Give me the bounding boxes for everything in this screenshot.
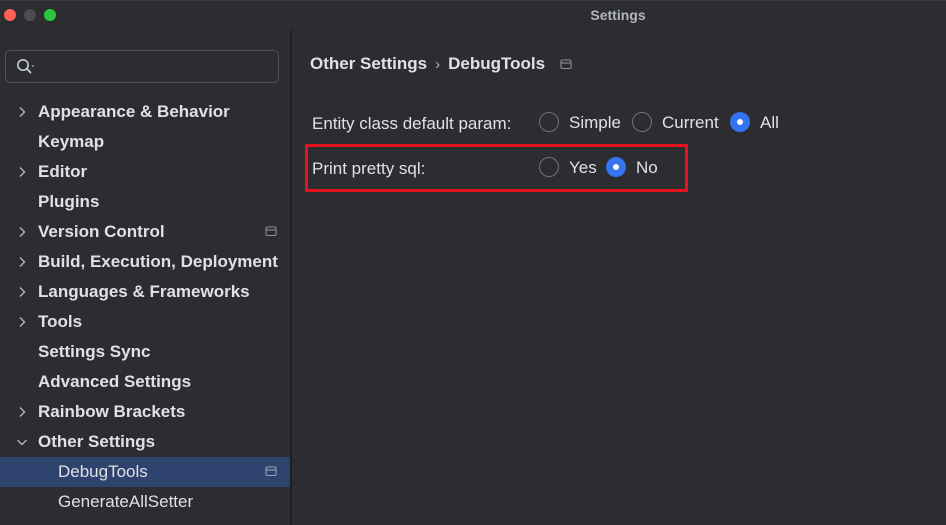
project-settings-icon xyxy=(265,226,277,237)
chevron-right-icon[interactable] xyxy=(16,316,28,328)
sidebar-item-editor[interactable]: Editor xyxy=(0,157,290,187)
sidebar-item-label: Tools xyxy=(38,312,83,331)
sidebar-item-rainbow-brackets[interactable]: Rainbow Brackets xyxy=(0,397,290,427)
entity-param-row: Entity class default param: Simple Curre… xyxy=(312,111,812,137)
settings-tree: Appearance & Behavior Keymap Editor Plug… xyxy=(0,97,290,517)
sidebar-item-label: Advanced Settings xyxy=(38,372,192,391)
sidebar-item-label: Appearance & Behavior xyxy=(38,102,230,121)
title-bar: Settings xyxy=(0,0,946,30)
breadcrumb-separator: › xyxy=(435,56,441,73)
sidebar-item-version-control[interactable]: Version Control xyxy=(0,217,290,247)
sidebar-item-label: Editor xyxy=(38,162,88,181)
search-input[interactable] xyxy=(42,56,276,80)
chevron-right-icon[interactable] xyxy=(16,106,28,118)
radio-label[interactable]: All xyxy=(760,113,779,133)
radio-circle-selected[interactable] xyxy=(730,112,750,132)
sidebar-item-label: Languages & Frameworks xyxy=(38,282,250,301)
sidebar-item-plugins[interactable]: Plugins xyxy=(0,187,290,217)
chevron-right-icon[interactable] xyxy=(16,286,28,298)
sidebar-item-debugtools[interactable]: DebugTools xyxy=(0,457,290,487)
sidebar-item-label: Plugins xyxy=(38,192,100,211)
sidebar-item-other-settings[interactable]: Other Settings xyxy=(0,427,290,457)
sidebar-item-label: Settings Sync xyxy=(38,342,151,361)
chevron-right-icon[interactable] xyxy=(16,406,28,418)
breadcrumb-parent[interactable]: Other Settings xyxy=(310,54,427,73)
sidebar-item-label: Rainbow Brackets xyxy=(38,402,186,421)
sidebar-item-label: Other Settings xyxy=(38,432,156,451)
sidebar-item-label: Version Control xyxy=(38,222,165,241)
settings-sidebar: Appearance & Behavior Keymap Editor Plug… xyxy=(0,30,290,525)
search-icon[interactable] xyxy=(16,58,36,76)
sidebar-item-settings-sync[interactable]: Settings Sync xyxy=(0,337,290,367)
sidebar-item-label: Build, Execution, Deployment xyxy=(38,252,278,271)
radio-label[interactable]: Current xyxy=(662,113,719,133)
top-border xyxy=(0,0,946,1)
sidebar-item-tools[interactable]: Tools xyxy=(0,307,290,337)
window-title: Settings xyxy=(590,7,646,23)
sidebar-item-label: DebugTools xyxy=(58,462,148,481)
radio-circle[interactable] xyxy=(539,157,559,177)
sidebar-item-languages-frameworks[interactable]: Languages & Frameworks xyxy=(0,277,290,307)
breadcrumb-current: DebugTools xyxy=(448,54,546,73)
project-settings-icon xyxy=(560,59,572,70)
chevron-right-icon[interactable] xyxy=(16,166,28,178)
entity-param-label: Entity class default param: xyxy=(312,114,512,133)
chevron-right-icon[interactable] xyxy=(16,256,28,268)
sidebar-item-build-execution-deployment[interactable]: Build, Execution, Deployment xyxy=(0,247,290,277)
sidebar-item-appearance-behavior[interactable]: Appearance & Behavior xyxy=(0,97,290,127)
radio-circle[interactable] xyxy=(539,112,559,132)
sidebar-item-generateallsetter[interactable]: GenerateAllSetter xyxy=(0,487,290,517)
chevron-right-icon[interactable] xyxy=(16,226,28,238)
settings-content: Other Settings › DebugTools Entity class d… xyxy=(292,30,946,525)
radio-label[interactable]: Simple xyxy=(569,113,621,133)
search-box[interactable] xyxy=(5,50,279,83)
breadcrumb: Other Settings › DebugTools xyxy=(310,54,572,74)
pretty-sql-label: Print pretty sql: xyxy=(312,159,426,178)
chevron-down-icon[interactable] xyxy=(16,436,28,448)
project-settings-icon xyxy=(265,466,277,477)
radio-circle-selected[interactable] xyxy=(606,157,626,177)
sidebar-item-keymap[interactable]: Keymap xyxy=(0,127,290,157)
radio-label[interactable]: Yes xyxy=(569,158,597,178)
pretty-sql-row: Print pretty sql: Yes No xyxy=(312,156,672,182)
sidebar-item-label: Keymap xyxy=(38,132,105,151)
sidebar-item-advanced-settings[interactable]: Advanced Settings xyxy=(0,367,290,397)
radio-label[interactable]: No xyxy=(636,158,658,178)
sidebar-item-label: GenerateAllSetter xyxy=(58,492,194,511)
radio-circle[interactable] xyxy=(632,112,652,132)
